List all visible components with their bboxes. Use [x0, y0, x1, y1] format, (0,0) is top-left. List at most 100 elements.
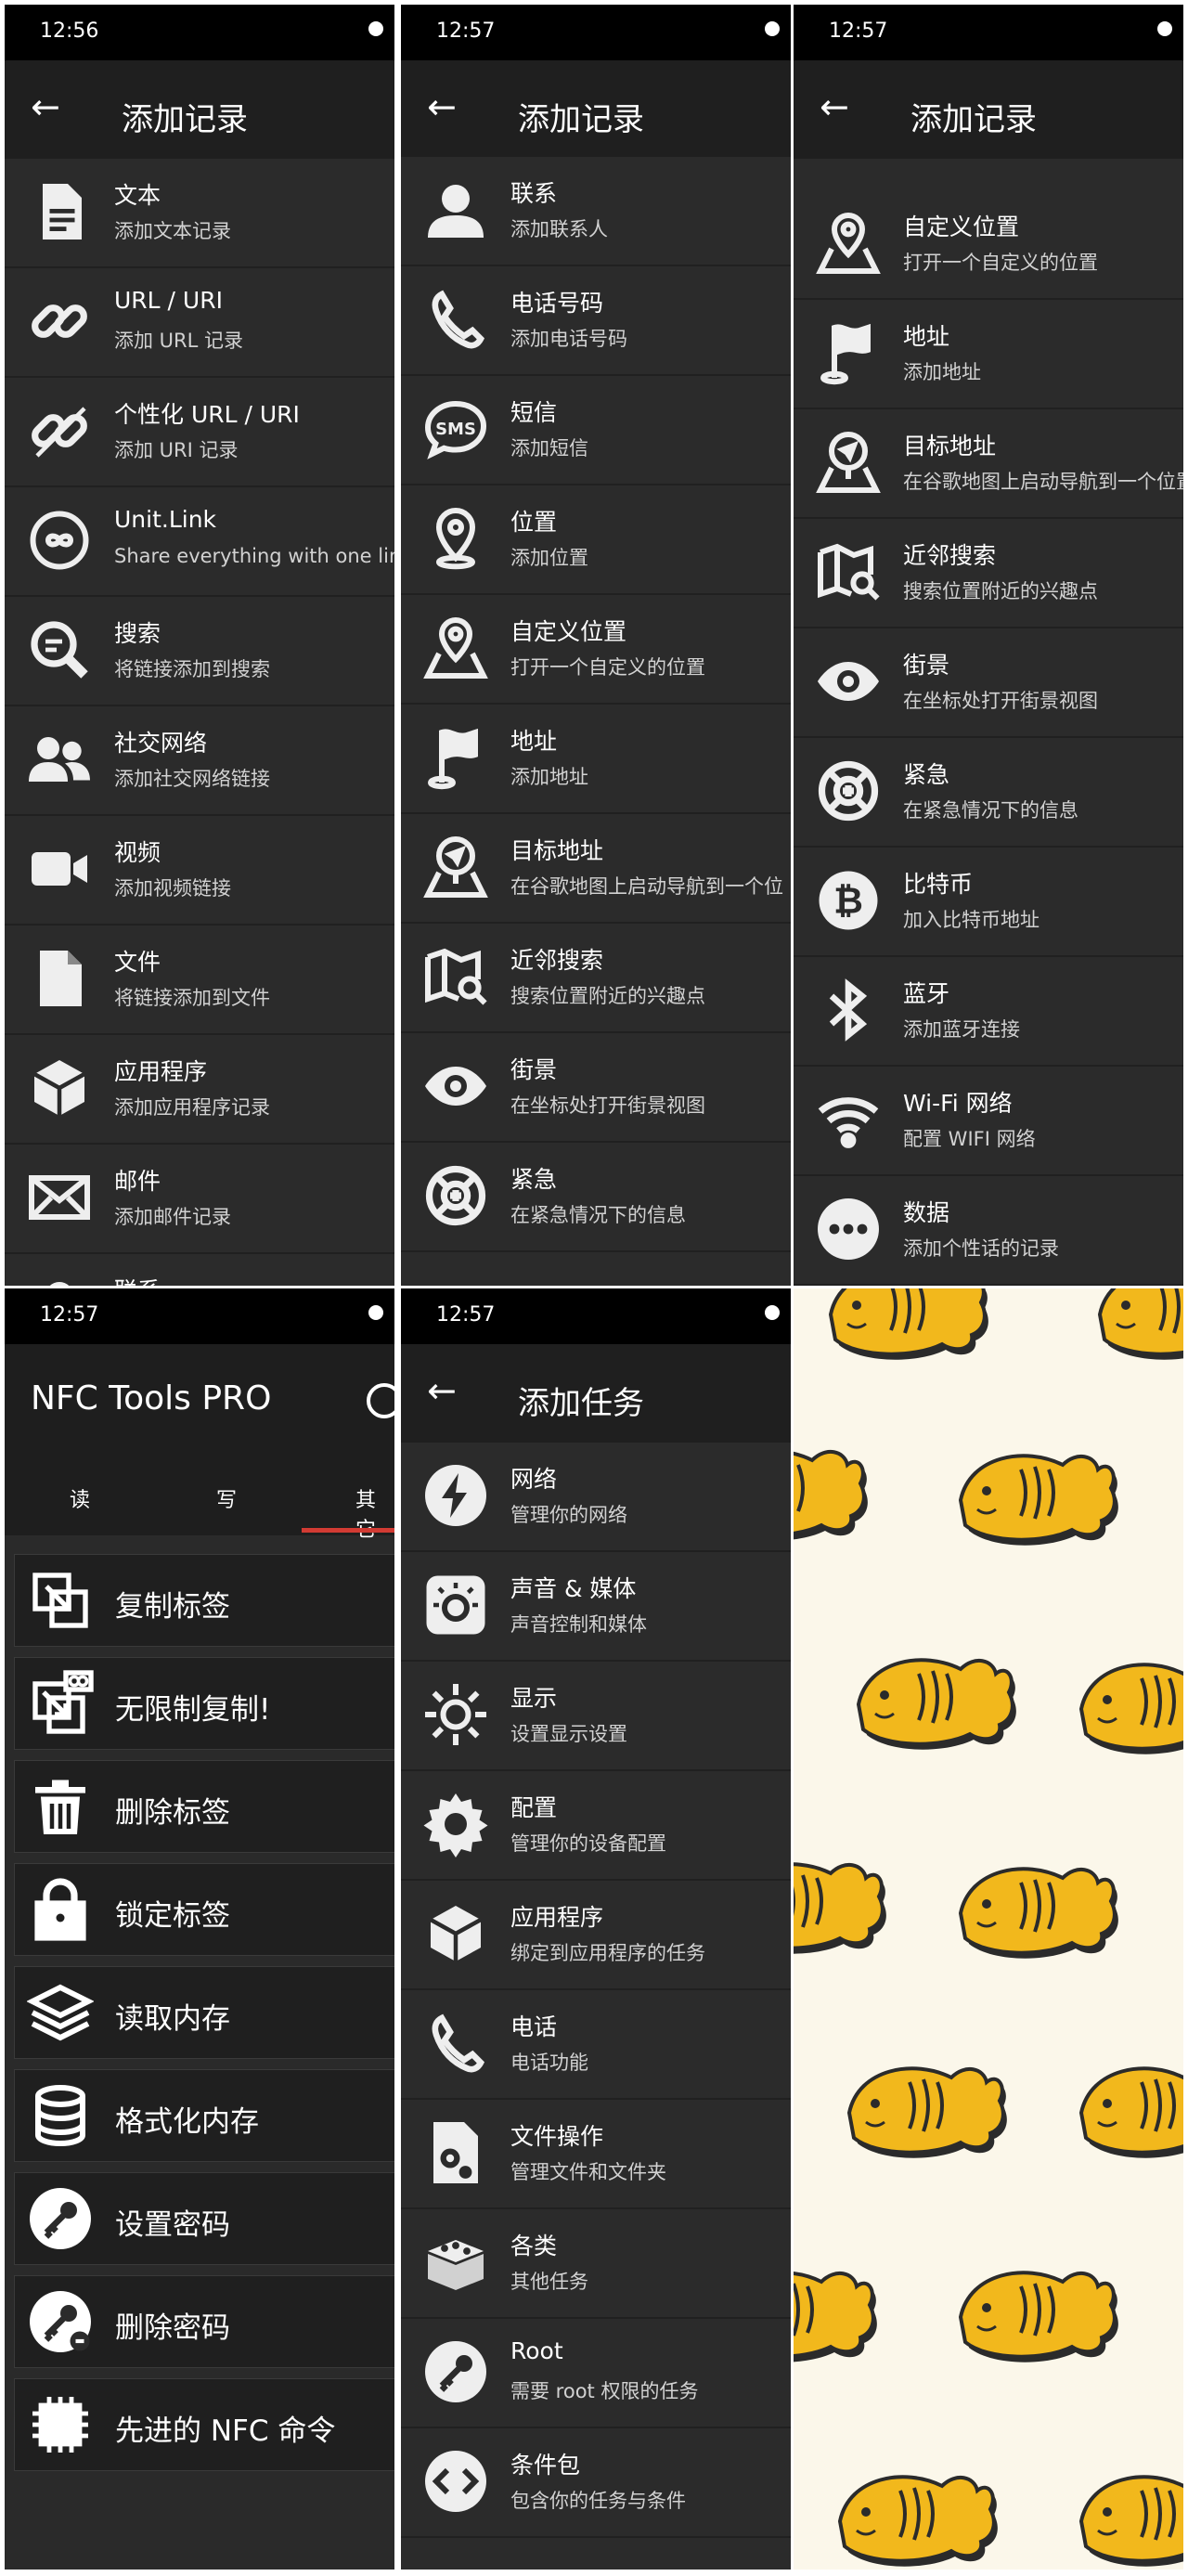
unitlink-icon: [23, 504, 96, 576]
back-arrow-icon[interactable]: ←: [31, 88, 60, 125]
location-pin-icon: [420, 502, 492, 575]
nfc-action-label: 锁定标签: [115, 1899, 230, 1933]
app-box-icon: [420, 1897, 492, 1970]
unlimited-copy-icon: [26, 1669, 95, 1738]
list-item[interactable]: URL / URI 添加 URL 记录: [5, 268, 394, 378]
list-item[interactable]: 搜索将链接添加到搜索: [5, 597, 394, 706]
list-item[interactable]: 邮件 添加邮件记录: [5, 1145, 394, 1254]
gear-icon: [420, 1788, 492, 1860]
sms-icon: SMS: [420, 393, 492, 465]
item-title: 紧急: [510, 1166, 558, 1193]
list-item[interactable]: 网络 管理你的网络: [401, 1443, 791, 1552]
list-item[interactable]: 文件 将链接添加到文件: [5, 926, 394, 1035]
status-time: 12:57: [436, 19, 496, 43]
list-item[interactable]: 应用程序 绑定到应用程序的任务: [401, 1881, 791, 1990]
list-item[interactable]: 目标地址 在谷歌地图上启动导航到一个位置: [794, 409, 1183, 519]
nfc-action-item[interactable]: 复制标签: [14, 1554, 394, 1647]
nfc-action-item[interactable]: 无限制复制!: [14, 1657, 394, 1750]
tab-write[interactable]: 写: [216, 1483, 237, 1513]
list-item[interactable]: 自定义位置 打开一个自定义的位置: [794, 190, 1183, 300]
list-item[interactable]: 声音 & 媒体 声音控制和媒体: [401, 1552, 791, 1662]
status-time: 12:57: [829, 19, 888, 43]
app-bar: ← 添加记录: [401, 60, 791, 159]
nfc-action-item[interactable]: 删除标签: [14, 1760, 394, 1853]
list-item[interactable]: 蓝牙 添加蓝牙连接: [794, 957, 1183, 1067]
list-item[interactable]: 各类 其他任务: [401, 2209, 791, 2319]
list-item[interactable]: 视频 添加视频链接: [5, 816, 394, 926]
item-title: Root: [510, 2337, 563, 2364]
item-title: 搜索: [114, 620, 161, 647]
item-subtitle: 添加应用程序记录: [114, 1096, 270, 1119]
list-item[interactable]: 自定义位置 打开一个自定义的位置: [401, 595, 791, 705]
list-item[interactable]: 地址 添加地址: [401, 705, 791, 814]
list-item[interactable]: 文件操作 管理文件和文件夹: [401, 2100, 791, 2209]
item-subtitle: 添加短信: [510, 437, 588, 460]
app-box-icon: [23, 1052, 96, 1124]
tab-read[interactable]: 读: [70, 1483, 90, 1513]
list-item[interactable]: 社交网络 添加社交网络链接: [5, 706, 394, 816]
nfc-action-item[interactable]: 锁定标签: [14, 1863, 394, 1956]
item-title: 文本: [114, 182, 161, 209]
list-item[interactable]: 应用程序 添加应用程序记录: [5, 1035, 394, 1145]
list-item[interactable]: 显示 设置显示设置: [401, 1662, 791, 1771]
list-item[interactable]: 街景 在坐标处打开街景视图: [401, 1033, 791, 1143]
item-subtitle: 搜索位置附近的兴趣点: [510, 985, 705, 1007]
list-item[interactable]: 地址 添加地址: [794, 300, 1183, 409]
settings-gear-icon[interactable]: [367, 1383, 394, 1418]
list-item[interactable]: 紧急 在紧急情况下的信息: [401, 1143, 791, 1252]
flag-icon: [812, 317, 885, 389]
record-list: 自定义位置 打开一个自定义的位置 地址 添加地址 目标地址 在谷歌地图上启动导航到一个位置…: [794, 190, 1183, 1286]
nfc-action-item[interactable]: 格式化内存: [14, 2069, 394, 2162]
list-item[interactable]: SMS 短信 添加短信: [401, 376, 791, 485]
item-title: 显示: [510, 1685, 558, 1712]
back-arrow-icon[interactable]: ←: [427, 88, 457, 125]
app-bar: NFC Tools PRO: [5, 1344, 394, 1461]
list-item[interactable]: 目标地址 在谷歌地图上启动导航到一个位: [401, 814, 791, 924]
list-item[interactable]: 联系 添加联系人: [401, 157, 791, 266]
status-bar: 12:57: [401, 5, 791, 60]
item-title: 文件: [114, 949, 161, 976]
nfc-action-item[interactable]: 先进的 NFC 命令: [14, 2378, 394, 2471]
list-item[interactable]: 近邻搜索 搜索位置附近的兴趣点: [794, 519, 1183, 628]
list-item[interactable]: 条件包 包含你的任务与条件: [401, 2428, 791, 2538]
screen-add-record-1: 12:56 ← 添加记录 文本 添加文本记录 URL / URI 添加 URL 记录个…: [5, 5, 394, 1286]
list-item[interactable]: 配置 管理你的设备配置: [401, 1771, 791, 1881]
list-item[interactable]: 街景 在坐标处打开街景视图: [794, 628, 1183, 738]
list-item[interactable]: 电话 电话功能: [401, 1990, 791, 2100]
list-item[interactable]: 数据 添加个性话的记录: [794, 1176, 1183, 1286]
back-arrow-icon[interactable]: ←: [427, 1372, 457, 1409]
page-title: 添加任务: [518, 1385, 644, 1422]
tab-bar: 读 写 其它: [5, 1461, 394, 1542]
list-item[interactable]: 文本 添加文本记录: [5, 159, 394, 268]
flag-icon: [420, 721, 492, 794]
item-title: 比特币: [903, 871, 974, 898]
list-item[interactable]: 紧急 在紧急情况下的信息: [794, 738, 1183, 848]
list-item[interactable]: 联系: [5, 1254, 394, 1286]
item-subtitle: Share everything with one link: [114, 545, 394, 567]
nfc-action-item[interactable]: 设置密码: [14, 2172, 394, 2265]
list-item[interactable]: 位置 添加位置: [401, 485, 791, 595]
task-list: 网络 管理你的网络 声音 & 媒体 声音控制和媒体 显示 设置显示设置 配置 管理你的设备配置…: [401, 1443, 791, 2538]
list-item[interactable]: ₿ 比特币 加入比特币地址: [794, 848, 1183, 957]
item-subtitle: 管理你的设备配置: [510, 1832, 666, 1855]
status-time: 12:56: [40, 19, 99, 43]
item-title: 数据: [903, 1199, 950, 1226]
nfc-action-label: 读取内存: [115, 2002, 230, 2036]
list-item[interactable]: Root 需要 root 权限的任务: [401, 2319, 791, 2428]
page-title: 添加记录: [910, 101, 1037, 138]
list-item[interactable]: 个性化 URL / URI 添加 URI 记录: [5, 378, 394, 487]
list-item[interactable]: 电话号码 添加电话号码: [401, 266, 791, 376]
list-item[interactable]: 近邻搜索 搜索位置附近的兴趣点: [401, 924, 791, 1033]
item-subtitle: 将链接添加到搜索: [114, 658, 270, 680]
back-arrow-icon[interactable]: ←: [820, 88, 849, 125]
nfc-action-item[interactable]: 删除密码: [14, 2275, 394, 2368]
lifebuoy-icon: [420, 1159, 492, 1232]
search-icon: [23, 614, 96, 686]
nfc-action-list: 复制标签无限制复制! 删除标签锁定标签读取内存格式化内存设置密码删除密码先进的 N…: [5, 1554, 394, 2481]
list-item[interactable]: Wi-Fi 网络 配置 WIFI 网络: [794, 1067, 1183, 1176]
list-item[interactable]: Unit.Link Share everything with one link: [5, 487, 394, 597]
svg-text:SMS: SMS: [435, 420, 476, 439]
nfc-action-item[interactable]: 读取内存: [14, 1966, 394, 2059]
file-gear-icon: [420, 2116, 492, 2189]
tab-other[interactable]: 其它: [355, 1483, 394, 1543]
